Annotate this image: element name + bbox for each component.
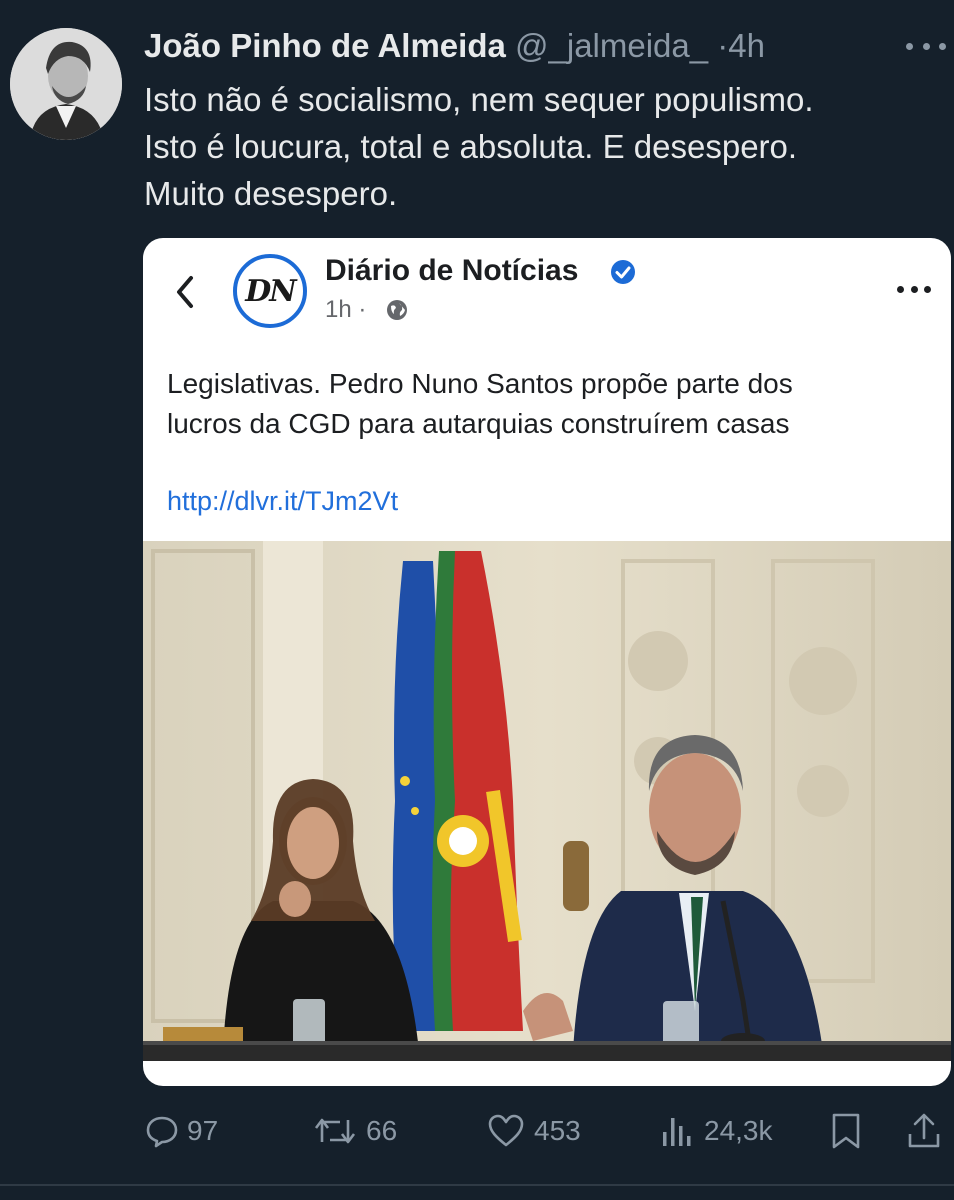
share-icon xyxy=(908,1113,940,1148)
tweet-text-line: Muito desespero. xyxy=(144,175,398,212)
divider xyxy=(0,1184,954,1186)
reply-count: 97 xyxy=(187,1115,219,1146)
reply-button[interactable]: 97 xyxy=(145,1106,218,1156)
like-button[interactable]: 453 xyxy=(486,1106,581,1156)
page-name: Diário de Notícias xyxy=(325,254,579,287)
news-photo xyxy=(143,541,951,1061)
headline-line: lucros da CGD para autarquias construíre… xyxy=(167,408,790,439)
globe-icon xyxy=(387,300,407,320)
embedded-screenshot[interactable]: DN Diário de Notícias 1h · Legislativas.… xyxy=(143,238,951,1086)
like-icon xyxy=(488,1114,524,1147)
headline-line: Legislativas. Pedro Nuno Santos propõe p… xyxy=(167,368,793,399)
retweet-button[interactable]: 66 xyxy=(312,1106,397,1156)
post-meta: 1h · xyxy=(325,296,367,323)
like-count: 453 xyxy=(534,1115,581,1146)
tweet-text-line: Isto é loucura, total e absoluta. E dese… xyxy=(144,128,798,165)
views-icon xyxy=(663,1118,691,1146)
author-handle[interactable]: @_jalmeida_ xyxy=(515,27,708,64)
retweet-count: 66 xyxy=(366,1115,398,1146)
views-button[interactable]: 24,3k xyxy=(660,1106,773,1156)
author-avatar[interactable] xyxy=(10,28,122,140)
dn-logo: DN xyxy=(233,254,307,328)
more-icon xyxy=(897,284,931,294)
post-headline: Legislativas. Pedro Nuno Santos propõe p… xyxy=(167,364,937,444)
tweet-text-line: Isto não é socialismo, nem sequer populi… xyxy=(144,81,814,118)
share-button[interactable] xyxy=(906,1106,942,1156)
post-link: http://dlvr.it/TJm2Vt xyxy=(167,486,399,516)
verified-icon xyxy=(611,260,635,284)
separator: · xyxy=(717,27,729,64)
tweet-header: João Pinho de Almeida @_jalmeida_ ·4h xyxy=(144,26,765,66)
action-bar: 97 66 453 24,3k xyxy=(0,1106,954,1156)
reply-icon xyxy=(146,1116,178,1148)
post-time[interactable]: 4h xyxy=(728,27,765,64)
more-icon[interactable] xyxy=(906,36,946,56)
bookmark-icon xyxy=(832,1113,860,1149)
views-count: 24,3k xyxy=(704,1115,773,1146)
tweet-text: Isto não é socialismo, nem sequer populi… xyxy=(144,76,934,217)
retweet-icon xyxy=(314,1118,356,1144)
back-icon xyxy=(177,276,193,308)
bookmark-button[interactable] xyxy=(830,1106,862,1156)
author-name[interactable]: João Pinho de Almeida xyxy=(144,27,506,64)
dn-logo-text: DN xyxy=(245,273,296,309)
